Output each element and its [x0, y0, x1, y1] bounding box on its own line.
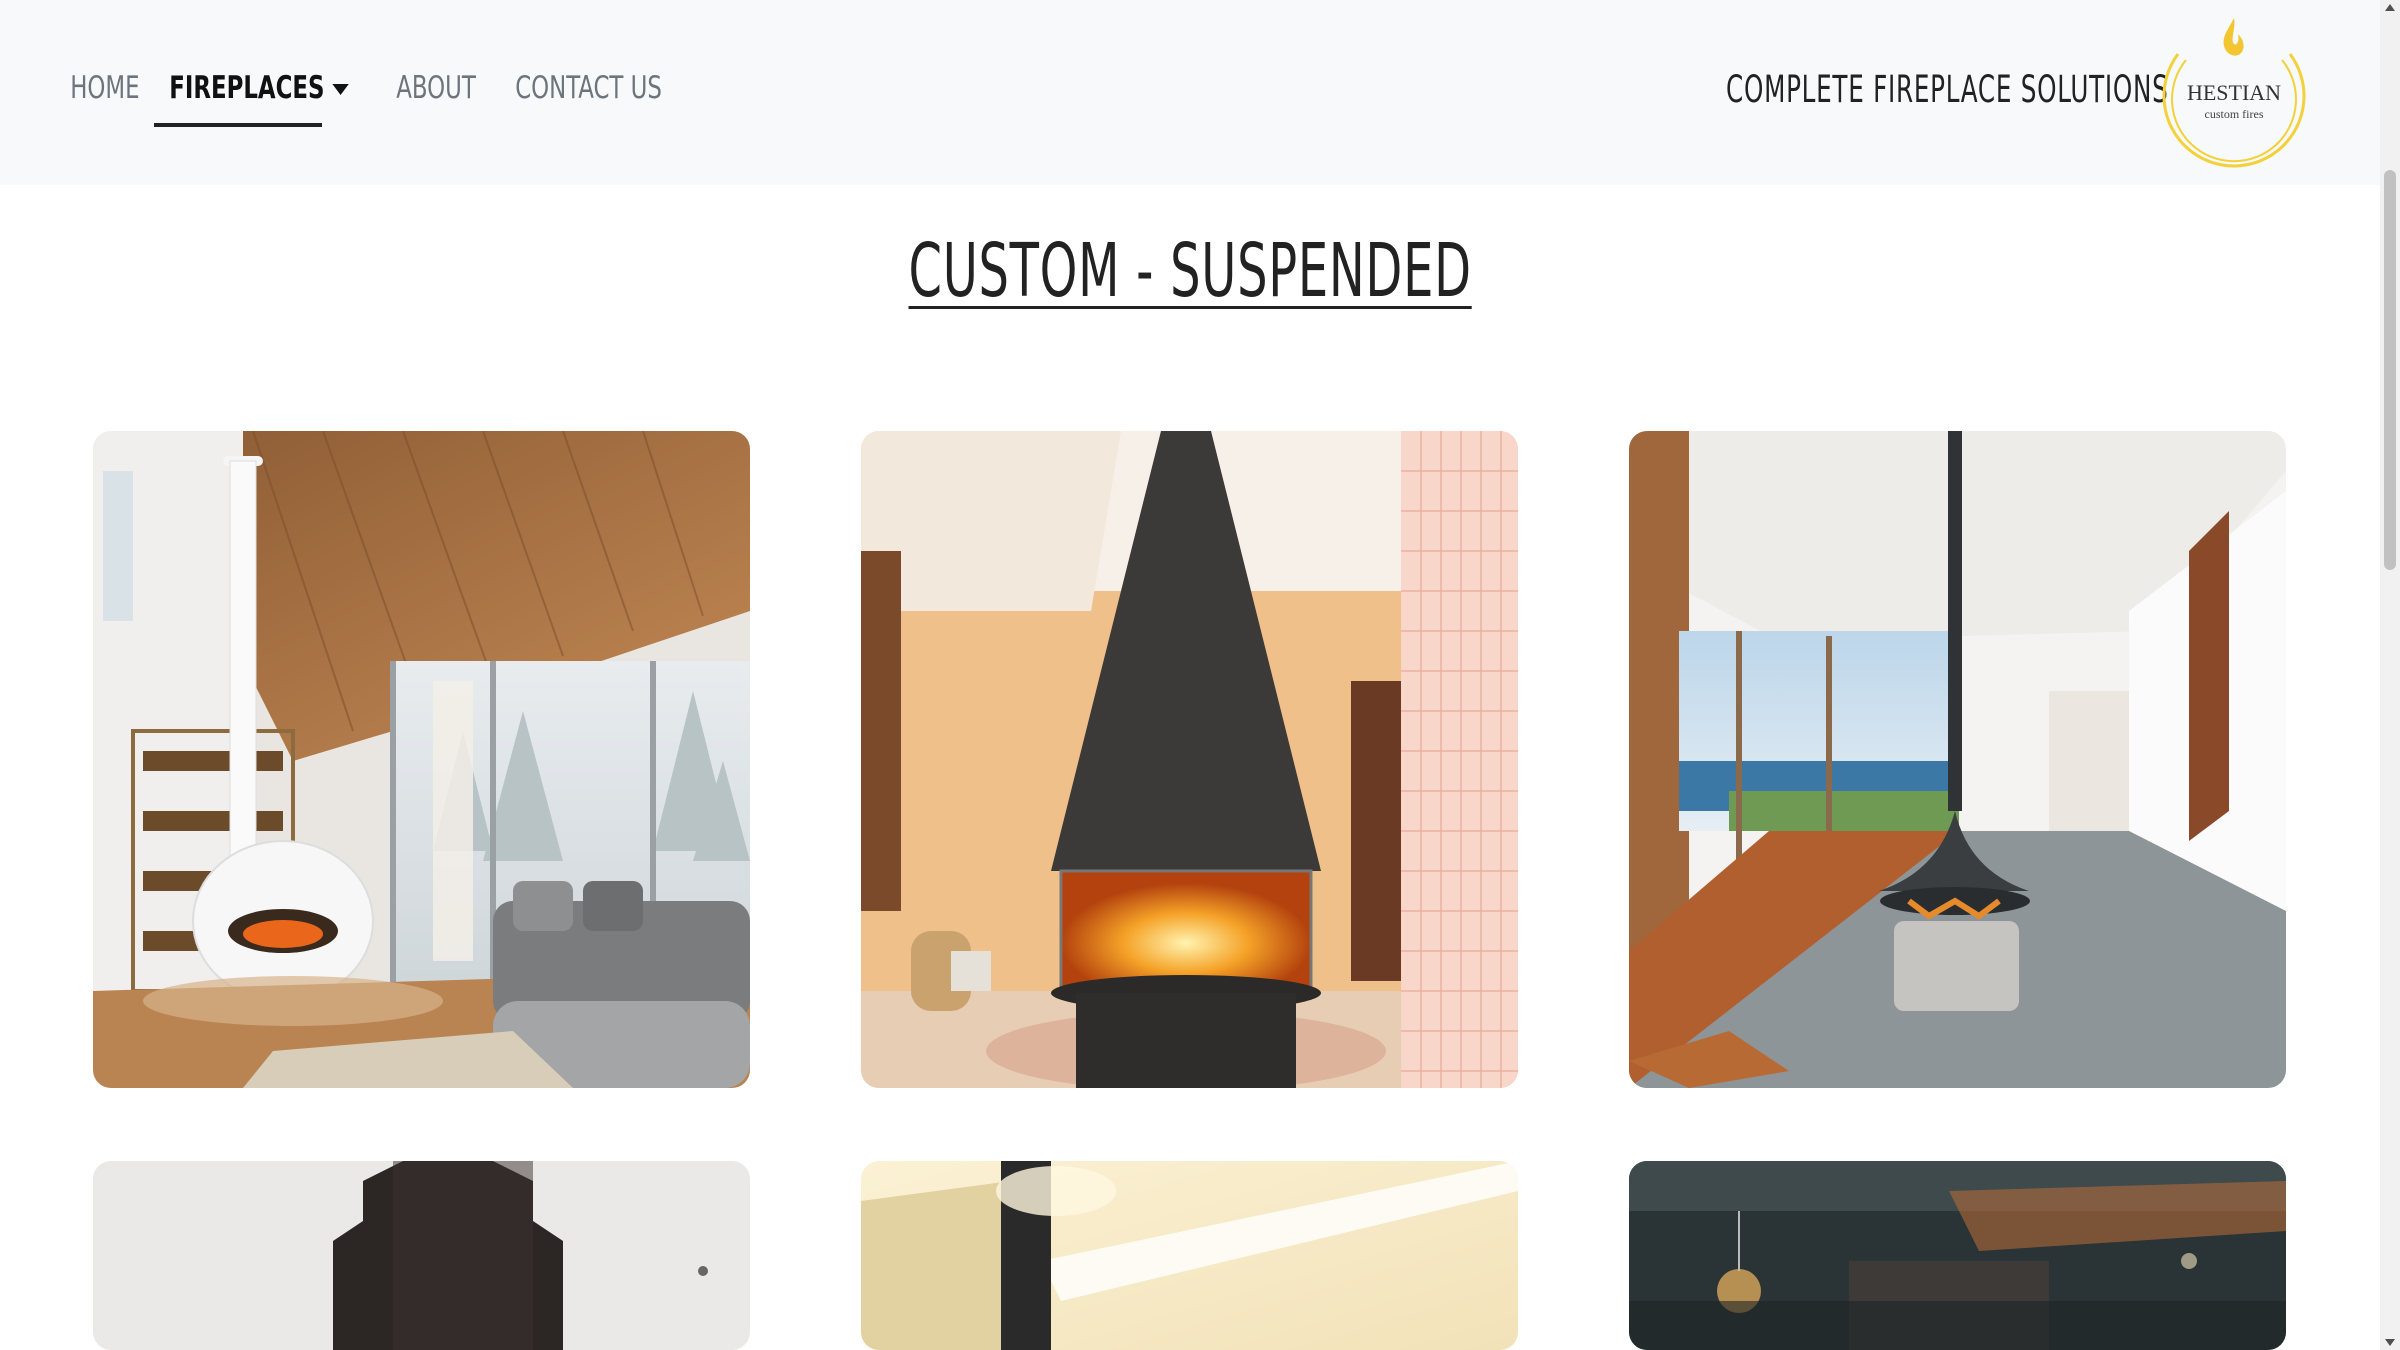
brand-tagline: COMPLETE FIREPLACE SOLUTIONS — [1726, 68, 2169, 111]
brand-logo[interactable]: HESTIAN custom fires — [2148, 14, 2320, 174]
logo-wordmark: HESTIAN — [2187, 80, 2281, 105]
scroll-up-arrow-icon[interactable] — [2385, 4, 2395, 11]
chevron-down-icon — [332, 84, 349, 95]
nav-home[interactable]: HOME — [62, 66, 148, 122]
scroll-down-arrow-icon[interactable] — [2385, 1339, 2395, 1346]
white-suspended-fireplace-image — [93, 431, 750, 1088]
gallery-card[interactable] — [1629, 431, 2286, 1088]
page-title-wrap: CUSTOM - SUSPENDED — [0, 228, 2380, 314]
gallery-card[interactable] — [861, 1161, 1518, 1350]
nav-contact[interactable]: CONTACT US — [507, 66, 670, 122]
logo-subtitle: custom fires — [2205, 107, 2264, 121]
gallery-card[interactable] — [1629, 1161, 2286, 1350]
nav-fireplaces[interactable]: FIREPLACES — [161, 66, 357, 122]
nav-menu: HOME FIREPLACES ABOUT CONTACT US — [62, 66, 718, 122]
nav-fireplaces-label: FIREPLACES — [168, 70, 325, 106]
gallery-card[interactable] — [93, 431, 750, 1088]
gallery-card[interactable] — [93, 1161, 750, 1350]
gallery-card[interactable] — [861, 431, 1518, 1088]
dark-box-chimney-fireplace-image — [93, 1161, 750, 1350]
top-navbar: HOME FIREPLACES ABOUT CONTACT US COMPLET… — [0, 0, 2380, 185]
hestian-logo-icon: HESTIAN custom fires — [2162, 18, 2306, 168]
active-nav-indicator — [154, 123, 322, 127]
black-flue-cream-room-image — [861, 1161, 1518, 1350]
black-suspended-fireplace-terrace-image — [1629, 431, 2286, 1088]
vertical-scrollbar[interactable] — [2380, 0, 2400, 1350]
scrollbar-thumb[interactable] — [2384, 170, 2396, 570]
dark-interior-fireplace-image — [1629, 1161, 2286, 1350]
nav-about[interactable]: ABOUT — [388, 66, 484, 122]
page-title: CUSTOM - SUSPENDED — [908, 228, 1472, 314]
black-cone-fireplace-image — [861, 431, 1518, 1088]
